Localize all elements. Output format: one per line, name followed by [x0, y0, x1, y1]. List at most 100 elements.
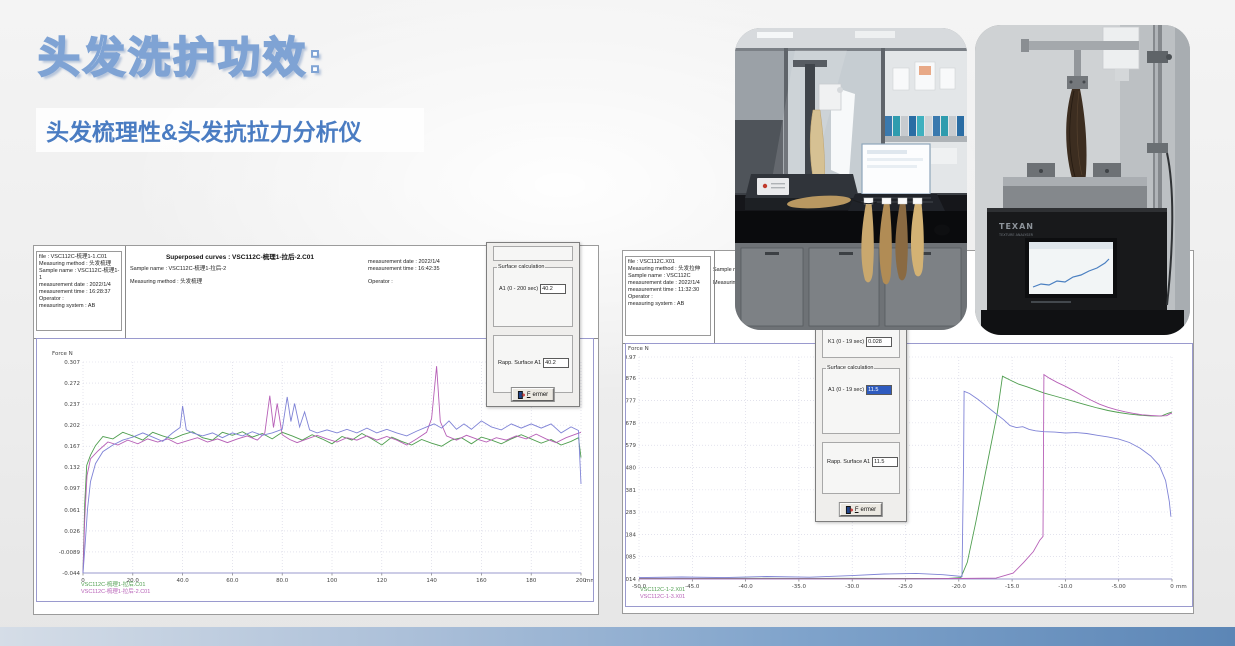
info-line: file : VSC112C.X01	[628, 259, 709, 266]
a1-input[interactable]: 40.2	[540, 284, 566, 294]
x-axis-unit: mm	[1176, 584, 1187, 590]
rapp-surface-group: Rapp. Surface A1 40.2	[493, 335, 573, 393]
y-tick-label: 0.480	[626, 466, 636, 472]
x-tick-label: -20.0	[952, 584, 967, 590]
computer-mouse	[934, 225, 950, 236]
rapp-surface-label: Rapp. Surface A1	[827, 459, 870, 465]
x-tick-label: 180	[526, 578, 537, 584]
x-tick-label: -15.0	[1005, 584, 1020, 590]
measurement-date-line: measurement date : 2022/1/4	[368, 259, 440, 265]
close-button-label: ermer	[533, 392, 549, 398]
info-line: Sample name : VSC112C	[628, 273, 709, 280]
y-tick-label: 0.026	[64, 529, 80, 535]
measuring-method-line: Measuring method : 头发梳理	[130, 277, 202, 285]
y-tick-label: 0.132	[64, 465, 80, 471]
page-title: 头发洗护功效:	[38, 24, 325, 85]
subtitle-box: 头发梳理性&头发抗拉力分析仪	[36, 108, 424, 152]
close-button-label: ermer	[861, 507, 877, 513]
info-line: Measuring method : 头发梳理	[39, 261, 120, 268]
series-blue-curve	[83, 397, 581, 573]
group-label: Surface calculation	[826, 365, 874, 372]
measurement-time-line: measurement time : 16:42:35	[368, 266, 440, 272]
x-tick-label: 100	[327, 578, 338, 584]
k1-input[interactable]: 0.028	[866, 337, 892, 347]
chart-legend: VSC112C-梳理1-拉后.C01VSC112C-梳理1-拉后-2.C01	[81, 582, 150, 595]
close-button[interactable]: Fermer	[840, 503, 882, 516]
info-line: Sample name : VSC112C-梳理1-1	[39, 268, 120, 282]
info-line: measurement date : 2022/1/4	[39, 282, 120, 289]
x-tick-label: -5.00	[1112, 584, 1127, 590]
y-tick-label: -0.044	[62, 571, 80, 577]
y-tick-label: 0.272	[64, 381, 80, 387]
x-tick-label: 120	[377, 578, 388, 584]
x-axis-unit: mm	[585, 578, 593, 584]
y-axis-title: Force N	[52, 351, 73, 357]
device-brand-label: TEXAN	[999, 222, 1034, 231]
a1-label: A1 (0 - 200 sec)	[499, 286, 538, 292]
instrument-touchscreen	[757, 178, 789, 195]
x-tick-label: 0	[1170, 584, 1174, 590]
y-tick-label: 0.777	[626, 399, 636, 405]
info-line: Measuring method : 头发拉伸	[628, 266, 709, 273]
x-tick-label: -40.0	[738, 584, 753, 590]
legend-entry: VSC112C-1-3.X01	[640, 594, 685, 601]
presentation-slide: 头发洗护功效: 头发梳理性&头发抗拉力分析仪 file : VSC112C-梳理…	[0, 0, 1235, 646]
surface-calculation-dialog-combing: Surface calculation A1 (0 - 200 sec) 40.…	[486, 242, 580, 407]
legend-entry: VSC112C-梳理1-拉后.C01	[81, 582, 150, 589]
machine-screen	[1029, 242, 1113, 294]
x-tick-label: 40.0	[176, 578, 189, 584]
k1-label: K1 (0 - 19 sec)	[828, 339, 864, 345]
rapp-surface-input[interactable]: 11.5	[872, 457, 898, 467]
sample-name-line: Sample name : VSC112C-梳理1-拉后-2	[130, 264, 226, 272]
exit-door-icon	[846, 506, 853, 514]
lab-bench	[735, 193, 967, 330]
x-tick-label: -25.0	[898, 584, 913, 590]
legend-entry: VSC112C-1-2.X01	[640, 587, 685, 594]
y-tick-label: 0.876	[626, 376, 636, 382]
slide-bottom-bar	[0, 627, 1235, 646]
info-line: measuring system : AB	[628, 301, 709, 308]
texture-analyser-photo: TEXAN TEXTURE ANALYSER	[975, 25, 1190, 335]
x-tick-label: -35.0	[792, 584, 807, 590]
chart-legend: VSC112C-1-2.X01VSC112C-1-3.X01	[640, 587, 685, 600]
surface-calculation-group: Surface calculation A1 (0 - 200 sec) 40.…	[493, 267, 573, 327]
x-tick-label: -45.0	[685, 584, 700, 590]
close-button[interactable]: Fermer	[512, 388, 554, 401]
group-label: Surface calculation	[497, 264, 545, 271]
laptop	[848, 144, 945, 211]
texture-analyser-machine: TEXAN TEXTURE ANALYSER	[987, 208, 1167, 310]
info-line: Operator :	[628, 294, 709, 301]
legend-entry: VSC112C-梳理1-拉后-2.C01	[81, 589, 150, 596]
device-type-label: TEXTURE ANALYSER	[998, 233, 1034, 237]
y-tick-label: 0.097	[64, 486, 80, 492]
y-tick-label: 0.167	[64, 444, 80, 450]
y-tick-label: 0.283	[626, 510, 636, 516]
info-line: measurement time : 16:28:37	[39, 289, 120, 296]
y-tick-label: 0.97	[626, 355, 636, 361]
y-tick-label: 0.381	[626, 488, 636, 494]
info-line: measurement time : 11:32:30	[628, 287, 709, 294]
measurement-info-box: file : VSC112C.X01 Measuring method : 头发…	[625, 256, 711, 336]
y-tick-label: 0.085	[626, 555, 636, 561]
info-line: measuring system : AB	[39, 303, 120, 310]
x-tick-label: 80.0	[276, 578, 289, 584]
y-tick-label: 0.307	[64, 360, 80, 366]
y-tick-label: 0.678	[626, 421, 636, 427]
y-tick-label: 0.061	[64, 508, 80, 514]
y-tick-label: 0.237	[64, 402, 80, 408]
a1-input-selected[interactable]: 11.5	[866, 385, 892, 395]
y-tick-label: 0.202	[64, 423, 80, 429]
tensile-force-plot: 0.97 0.876 0.777 0.678 0.579 0.480 0.381 0.283 0…	[625, 343, 1193, 607]
y-tick-label: 0.184	[626, 532, 636, 538]
x-tick-label: 140	[426, 578, 437, 584]
y-tick-label: -0.014	[626, 577, 636, 583]
info-line: measurement date : 2022/1/4	[628, 280, 709, 287]
x-tick-label: -10.0	[1058, 584, 1073, 590]
x-tick-label: 160	[476, 578, 487, 584]
y-axis-title: Force N	[628, 346, 649, 352]
rapp-surface-input[interactable]: 40.2	[543, 358, 569, 368]
y-tick-label: 0.579	[626, 443, 636, 449]
rapp-surface-label: Rapp. Surface A1	[498, 360, 541, 366]
measurement-info-box: file : VSC112C-梳理1-1.C01 Measuring metho…	[36, 251, 122, 331]
exit-door-icon	[518, 391, 525, 399]
